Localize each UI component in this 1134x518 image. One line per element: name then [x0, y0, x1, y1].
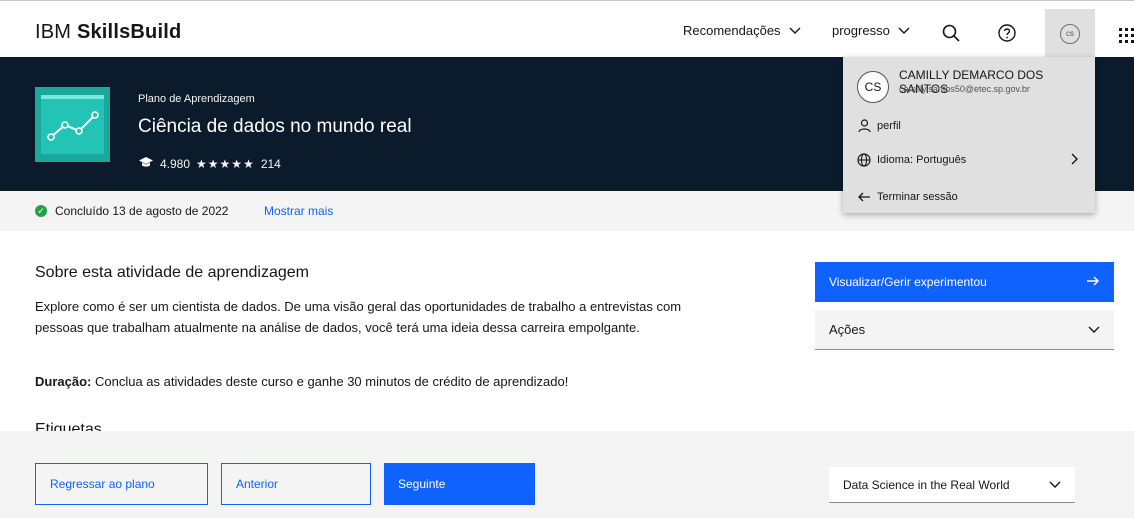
course-select-value: Data Science in the Real World	[843, 477, 1010, 492]
arrow-right-icon	[1086, 275, 1100, 289]
profile-menu: CS CAMILLY DEMARCO DOS SANTOS camilly.sa…	[843, 57, 1095, 213]
chevron-right-icon	[1071, 153, 1079, 168]
menu-item-profile[interactable]: perfil	[843, 113, 1095, 139]
app-switcher-button[interactable]	[1104, 15, 1134, 55]
course-select[interactable]: Data Science in the Real World	[829, 467, 1075, 503]
user-icon	[857, 119, 871, 133]
show-more-link[interactable]: Mostrar mais	[264, 204, 333, 218]
duration-label: Duração:	[35, 374, 92, 389]
globe-icon	[857, 153, 871, 167]
duration-text: Duração: Conclua as atividades deste cur…	[35, 374, 568, 389]
view-manage-label: Visualizar/Gerir experimentou	[829, 275, 987, 289]
chevron-down-icon	[1049, 478, 1061, 492]
menu-item-language[interactable]: Idioma: Português	[843, 147, 1095, 173]
nav-recommendations[interactable]: Recomendações	[683, 23, 801, 38]
brand-name: SkillsBuild	[76, 21, 182, 43]
menu-item-logout-label: Terminar sessão	[877, 191, 958, 203]
avatar: cs	[1060, 23, 1080, 44]
nav-progress[interactable]: progresso	[832, 23, 910, 38]
help-button[interactable]	[985, 15, 1029, 55]
avatar: CS	[857, 71, 889, 103]
completion-text: Concluído 13 de agosto de 2022	[55, 204, 229, 218]
graduation-cap-icon	[138, 156, 154, 171]
search-icon	[942, 24, 960, 47]
hero-eyebrow: Plano de Aprendizagem	[138, 93, 255, 105]
next-button[interactable]: Seguinte	[384, 463, 535, 505]
back-to-plan-button[interactable]: Regressar ao plano	[35, 463, 208, 505]
chevron-down-icon	[1088, 322, 1100, 337]
about-description: Explore como é ser um cientista de dados…	[35, 299, 682, 335]
actions-label: Ações	[829, 322, 866, 337]
chevron-down-icon	[789, 25, 801, 37]
user-email: camilly.santos50@etec.sp.gov.br	[899, 84, 1030, 94]
brand-prefix: IBM	[35, 21, 72, 43]
nav-recommendations-label: Recomendações	[683, 23, 781, 38]
chevron-down-icon	[898, 25, 910, 37]
app-switcher-icon	[1118, 27, 1134, 43]
user-avatar-button[interactable]: cs	[1045, 9, 1095, 58]
search-button[interactable]	[929, 15, 973, 55]
menu-item-profile-label: perfil	[877, 120, 901, 132]
view-manage-button[interactable]: Visualizar/Gerir experimentou	[815, 262, 1114, 302]
page-title: Ciência de dados no mundo real	[138, 116, 412, 137]
brand-logo[interactable]: IBM SkillsBuild	[35, 21, 181, 44]
menu-item-language-label: Idioma: Português	[877, 154, 967, 166]
checkmark-icon: ✓	[35, 205, 47, 217]
hero-meta: 4.980 ★★★★★ 214	[138, 156, 281, 171]
help-icon	[998, 23, 1016, 47]
about-heading: Sobre esta atividade de aprendizagem	[35, 264, 309, 281]
actions-dropdown[interactable]: Ações	[815, 310, 1114, 350]
reviews-count: 214	[260, 156, 281, 171]
rating-stars: ★★★★★	[196, 156, 255, 171]
arrow-left-icon	[857, 190, 871, 204]
top-header: IBM SkillsBuild Recomendações progresso …	[0, 0, 1134, 58]
learners-count: 4.980	[160, 156, 191, 171]
menu-item-logout[interactable]: Terminar sessão	[843, 184, 1095, 210]
duration-value: Conclua as atividades deste curso e ganh…	[94, 374, 569, 389]
previous-button[interactable]: Anterior	[221, 463, 371, 505]
bottom-navigation-bar: Regressar ao plano Anterior Seguinte Dat…	[0, 431, 1134, 518]
nav-progress-label: progresso	[832, 23, 890, 38]
line-chart-icon	[47, 111, 99, 141]
course-thumbnail	[35, 87, 110, 162]
